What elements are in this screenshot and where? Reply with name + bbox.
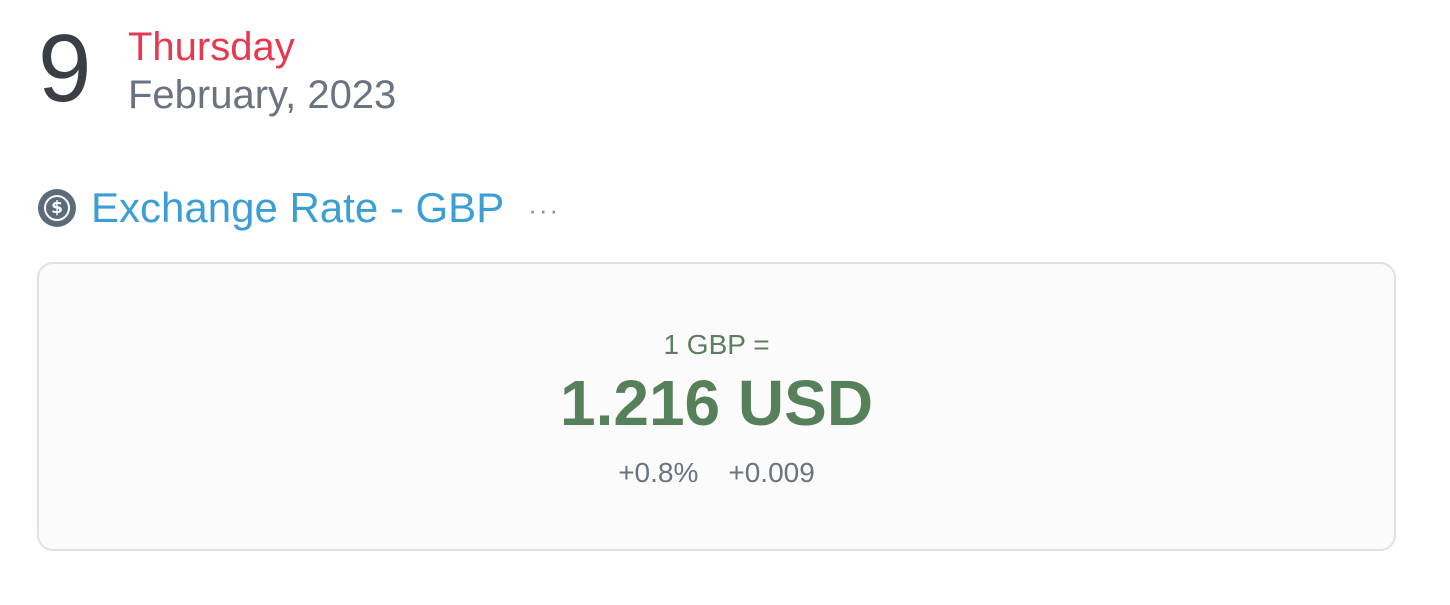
change-absolute: +0.009 bbox=[728, 457, 815, 488]
widget-title[interactable]: Exchange Rate - GBP bbox=[91, 184, 504, 232]
base-currency-label: 1 GBP = bbox=[663, 329, 770, 360]
change-percent: +0.8% bbox=[618, 457, 699, 488]
day-number: 9 bbox=[38, 15, 91, 122]
dollar-circle-icon: $ bbox=[38, 189, 76, 227]
rate-changes: +0.8% +0.009 bbox=[39, 456, 1394, 490]
exchange-rate-card: 1 GBP = 1.216 USD +0.8% +0.009 bbox=[37, 262, 1396, 551]
more-options-button[interactable]: ··· bbox=[528, 191, 560, 225]
month-year-label: February, 2023 bbox=[128, 73, 397, 117]
widget-header: $ Exchange Rate - GBP ··· bbox=[38, 182, 560, 234]
exchange-rate-value: 1.216 USD bbox=[559, 367, 874, 439]
weekday-label: Thursday bbox=[128, 25, 295, 69]
